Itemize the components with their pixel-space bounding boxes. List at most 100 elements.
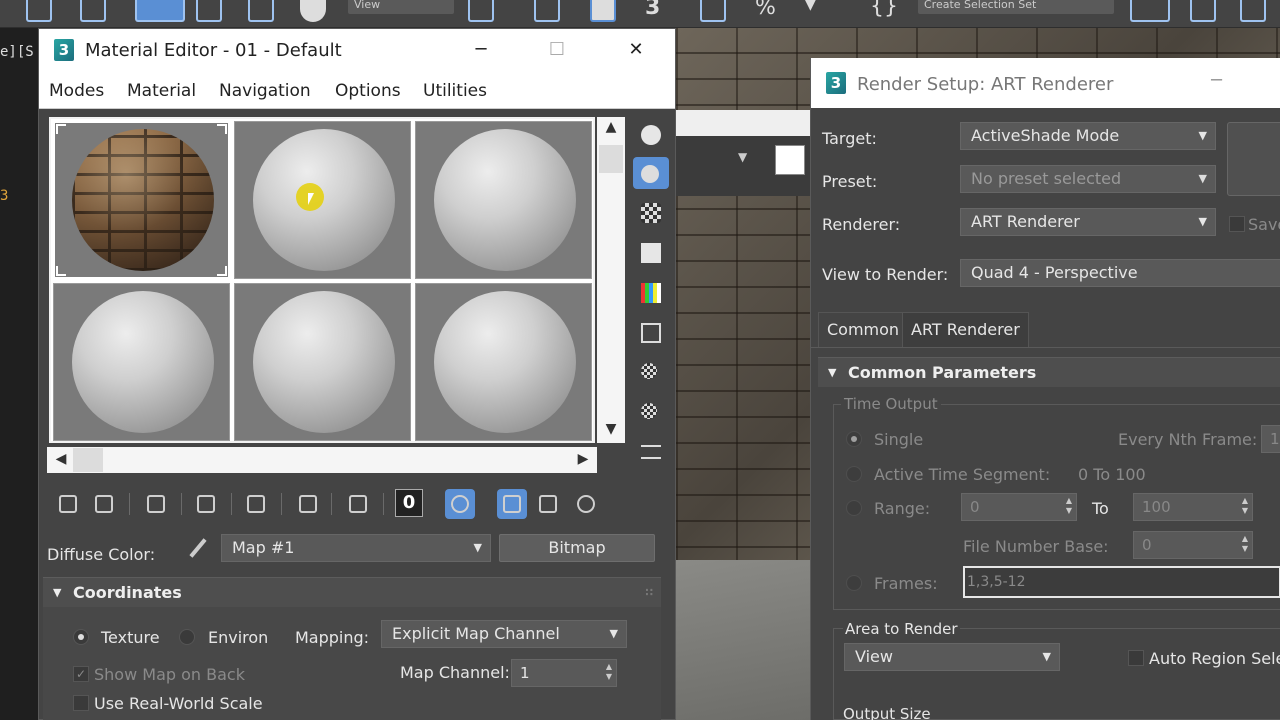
render-setup-titlebar[interactable]: 3 Render Setup: ART Renderer ─ bbox=[811, 58, 1280, 108]
show-shaded-in-viewport-icon[interactable] bbox=[445, 489, 475, 519]
snap-3-icon[interactable]: 3 bbox=[645, 0, 671, 22]
put-to-library-icon[interactable] bbox=[293, 489, 323, 519]
frames-field[interactable]: 1,3,5-12 bbox=[963, 566, 1280, 598]
sample-type-icon[interactable] bbox=[633, 119, 669, 151]
keyboard-shortcut-icon[interactable] bbox=[590, 0, 616, 22]
percent-snap-icon[interactable]: % bbox=[755, 0, 781, 22]
spinner-snap-icon[interactable]: ▼ bbox=[805, 0, 831, 22]
backlight-icon[interactable] bbox=[633, 157, 669, 189]
put-to-scene-icon[interactable] bbox=[89, 489, 119, 519]
make-preview-icon[interactable] bbox=[633, 317, 669, 349]
close-button[interactable]: ✕ bbox=[616, 35, 656, 65]
slots-vertical-scrollbar[interactable]: ▲ ▼ bbox=[597, 117, 625, 443]
reference-coord-dropdown[interactable]: View bbox=[348, 0, 454, 14]
eyedropper-icon[interactable] bbox=[187, 537, 209, 559]
view-to-render-dropdown[interactable]: Quad 4 - Perspective bbox=[960, 259, 1280, 287]
range-radio[interactable] bbox=[846, 500, 862, 516]
named-selection-dropdown[interactable]: Create Selection Set bbox=[918, 0, 1114, 14]
bitmap-type-button[interactable]: Bitmap bbox=[499, 534, 655, 562]
spinner-arrows-icon[interactable]: ▲ ▼ bbox=[1242, 534, 1248, 554]
sample-slot-4[interactable] bbox=[53, 283, 230, 441]
single-radio[interactable] bbox=[846, 431, 862, 447]
minimize-button[interactable]: ─ bbox=[461, 35, 501, 65]
get-material-icon[interactable] bbox=[53, 489, 83, 519]
delete-icon[interactable] bbox=[191, 489, 221, 519]
show-map-on-back-checkbox[interactable]: ✓ bbox=[73, 666, 89, 682]
show-end-result-icon[interactable] bbox=[497, 489, 527, 519]
spinner-arrows-icon[interactable]: ▲ ▼ bbox=[1066, 496, 1072, 516]
window-crossing-icon[interactable] bbox=[80, 0, 106, 22]
tab-common[interactable]: Common bbox=[818, 312, 909, 348]
video-color-check-icon[interactable] bbox=[633, 277, 669, 309]
select-by-material-icon[interactable] bbox=[633, 397, 669, 429]
material-map-navigator-icon[interactable] bbox=[633, 437, 669, 469]
save-file-checkbox[interactable] bbox=[1229, 216, 1245, 232]
spinner-arrows-icon[interactable]: ▲ ▼ bbox=[1242, 496, 1248, 516]
slots-horizontal-scrollbar[interactable]: ◀ ▶ bbox=[47, 447, 597, 473]
layer-explorer-icon[interactable] bbox=[1240, 0, 1266, 22]
color-swatch[interactable] bbox=[775, 145, 805, 175]
move-icon[interactable] bbox=[135, 0, 185, 22]
environ-radio[interactable] bbox=[179, 629, 195, 645]
range-to-spinner[interactable]: 100 ▲ ▼ bbox=[1133, 493, 1253, 521]
material-editor-titlebar[interactable]: 3 Material Editor - 01 - Default ─ ☐ ✕ bbox=[39, 29, 675, 73]
pivot-icon[interactable] bbox=[468, 0, 494, 22]
options-icon[interactable] bbox=[633, 357, 669, 389]
select-manipulate-icon[interactable] bbox=[534, 0, 560, 22]
maximize-button[interactable]: ☐ bbox=[537, 35, 577, 65]
mirror-icon[interactable] bbox=[1130, 0, 1170, 22]
menu-options[interactable]: Options bbox=[335, 81, 401, 101]
menu-material[interactable]: Material bbox=[127, 81, 196, 101]
scroll-down-icon[interactable]: ▼ bbox=[597, 421, 625, 437]
scroll-right-icon[interactable]: ▶ bbox=[569, 451, 597, 467]
scroll-thumb[interactable] bbox=[73, 448, 103, 472]
render-button[interactable] bbox=[1227, 122, 1280, 196]
sample-slot-3[interactable] bbox=[415, 121, 592, 279]
scale-icon[interactable] bbox=[248, 0, 274, 22]
coordinates-rollout-header[interactable]: ▼ Coordinates ∷ bbox=[43, 577, 661, 607]
menu-navigation[interactable]: Navigation bbox=[219, 81, 311, 101]
range-from-spinner[interactable]: 0 ▲ ▼ bbox=[961, 493, 1077, 521]
save-material-icon[interactable] bbox=[343, 489, 373, 519]
area-to-render-dropdown[interactable]: View ▼ bbox=[844, 643, 1060, 671]
auto-region-checkbox[interactable] bbox=[1128, 650, 1144, 666]
edit-named-selection-icon[interactable]: {} bbox=[870, 0, 898, 22]
align-icon[interactable] bbox=[1190, 0, 1216, 22]
frames-radio[interactable] bbox=[846, 575, 862, 591]
scroll-thumb[interactable] bbox=[599, 145, 623, 173]
file-number-base-spinner[interactable]: 0 ▲ ▼ bbox=[1133, 531, 1253, 559]
material-id-channel-button[interactable]: 0 bbox=[395, 489, 423, 517]
sample-slot-5[interactable] bbox=[234, 283, 411, 441]
common-parameters-rollout-header[interactable]: ▼ Common Parameters bbox=[818, 357, 1280, 387]
map-channel-spinner[interactable]: 1 ▲ ▼ bbox=[511, 659, 617, 687]
rotate-icon[interactable] bbox=[196, 0, 222, 22]
tab-art-renderer[interactable]: ART Renderer bbox=[902, 312, 1029, 348]
target-dropdown[interactable]: ActiveShade Mode ▼ bbox=[960, 122, 1216, 150]
go-forward-to-sibling-icon[interactable] bbox=[571, 489, 601, 519]
use-real-world-scale-checkbox[interactable] bbox=[73, 695, 89, 711]
active-time-segment-radio[interactable] bbox=[846, 466, 862, 482]
drag-handle-icon[interactable]: ∷ bbox=[645, 578, 653, 608]
mapping-dropdown[interactable]: Explicit Map Channel ▼ bbox=[381, 620, 627, 648]
scroll-up-icon[interactable]: ▲ bbox=[597, 119, 625, 135]
renderer-dropdown[interactable]: ART Renderer ▼ bbox=[960, 208, 1216, 236]
angle-snap-icon[interactable] bbox=[700, 0, 726, 22]
texture-radio[interactable] bbox=[73, 629, 89, 645]
assign-to-selection-icon[interactable] bbox=[141, 489, 171, 519]
every-nth-frame-spinner[interactable]: 1 bbox=[1261, 425, 1280, 453]
minimize-button[interactable]: ─ bbox=[1211, 70, 1222, 91]
sample-slot-6[interactable] bbox=[415, 283, 592, 441]
map-name-dropdown[interactable]: Map #1 ▼ bbox=[221, 534, 491, 562]
scroll-left-icon[interactable]: ◀ bbox=[47, 451, 75, 467]
placement-icon[interactable] bbox=[300, 0, 326, 22]
go-to-parent-icon[interactable] bbox=[533, 489, 563, 519]
chevron-down-icon[interactable]: ▼ bbox=[738, 150, 747, 164]
sample-slot-1[interactable] bbox=[53, 121, 230, 279]
sample-uv-tiling-icon[interactable] bbox=[633, 237, 669, 269]
spinner-arrows-icon[interactable]: ▲ ▼ bbox=[606, 662, 612, 682]
menu-utilities[interactable]: Utilities bbox=[423, 81, 487, 101]
preset-dropdown[interactable]: No preset selected ▼ bbox=[960, 165, 1216, 193]
menu-modes[interactable]: Modes bbox=[49, 81, 104, 101]
background-checker-icon[interactable] bbox=[633, 197, 669, 229]
select-region-icon[interactable] bbox=[26, 0, 52, 22]
